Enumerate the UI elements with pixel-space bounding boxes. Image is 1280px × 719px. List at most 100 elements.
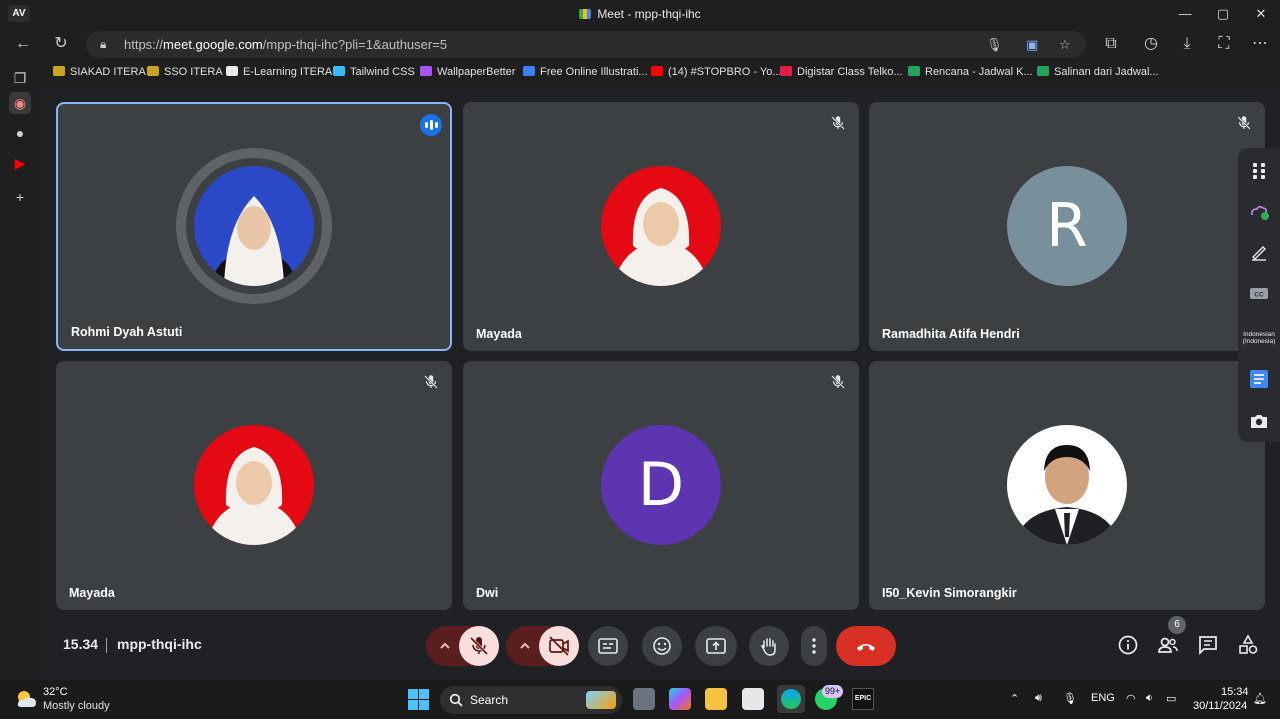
toggle-camera-button[interactable] <box>539 626 579 666</box>
taskbar-search-box[interactable]: Search <box>440 686 622 714</box>
extensions-icon[interactable]: ⧉ <box>1098 32 1124 56</box>
weather-cloud-icon[interactable] <box>14 688 40 710</box>
github-icon[interactable]: ● <box>9 122 31 144</box>
meet-icon <box>579 9 592 19</box>
record-icon[interactable]: ◉ <box>9 92 31 114</box>
avatar <box>194 425 314 545</box>
language-indicator[interactable]: ENG <box>1091 692 1115 704</box>
add-icon[interactable]: + <box>9 186 31 208</box>
microphone-permission-icon[interactable]: 🎙︎ <box>986 31 1003 58</box>
participant-tile[interactable]: Mayada <box>463 102 859 351</box>
bookmark-icon <box>53 66 65 76</box>
bookmark-salinan-jadwal[interactable]: Salinan dari Jadwal... <box>1037 66 1159 78</box>
more-menu-icon[interactable]: ⋯ <box>1247 32 1273 56</box>
bookmark-youtube-stopbro[interactable]: (14) #STOPBRO - Yo... <box>651 66 782 78</box>
tabs-icon[interactable]: ❐ <box>9 67 31 89</box>
participant-tile[interactable]: Mayada <box>56 361 452 610</box>
copilot-icon[interactable] <box>669 688 691 710</box>
raise-hand-button[interactable] <box>749 626 789 666</box>
captions-icon <box>598 638 618 654</box>
window-title: Meet - mpp-thqi-ihc <box>0 7 1280 21</box>
history-icon[interactable]: ◷ <box>1138 32 1164 56</box>
svg-text:CC: CC <box>1254 292 1264 299</box>
edge-active-app[interactable] <box>777 685 805 713</box>
bookmark-digistar-class[interactable]: Digistar Class Telko... <box>780 66 903 78</box>
apps-grid-icon[interactable] <box>1248 160 1270 182</box>
captions-button[interactable] <box>588 626 628 666</box>
show-hidden-icons[interactable]: ⌃ <box>1010 692 1019 705</box>
microphone-icon[interactable]: 🎙︎ <box>1063 692 1077 705</box>
chevron-up-icon <box>520 642 530 649</box>
participants-count-badge: 6 <box>1168 616 1186 634</box>
participant-tile[interactable]: D Dwi <box>463 361 859 610</box>
weather-icon[interactable] <box>1248 200 1270 222</box>
captions-icon[interactable]: CC <box>1248 282 1270 304</box>
volume-icon[interactable]: 🔊︎ <box>1035 692 1042 705</box>
speaker-icon[interactable]: 🔉︎ <box>1146 692 1153 705</box>
youtube-icon[interactable]: ▶ <box>9 152 31 174</box>
reload-button[interactable]: ↻ <box>48 32 74 56</box>
bookmark-icon <box>226 66 238 76</box>
present-screen-button[interactable] <box>695 626 737 666</box>
site-info-icon[interactable]: 🔒︎ <box>100 31 106 58</box>
wifi-icon[interactable]: ◠ <box>1126 692 1136 705</box>
camera-off-icon <box>549 636 569 656</box>
camera-permission-icon[interactable]: ▣ <box>1026 31 1038 58</box>
mic-off-icon <box>831 116 845 130</box>
participant-name: Mayada <box>476 327 522 341</box>
bookmarks-bar: SIAKAD ITERA SSO ITERA E-Learning ITERA … <box>0 60 1280 86</box>
windows-start-icon[interactable] <box>408 689 429 710</box>
reactions-button[interactable] <box>642 626 682 666</box>
bookmark-icon <box>333 66 345 76</box>
weather-description[interactable]: Mostly cloudy <box>43 700 110 712</box>
task-view-icon[interactable] <box>633 688 655 710</box>
notes-icon[interactable] <box>1248 368 1270 390</box>
epic-games-icon[interactable]: EPIC <box>852 688 874 710</box>
toggle-microphone-button[interactable] <box>459 626 499 666</box>
participant-name: Dwi <box>476 586 499 600</box>
taskbar-date[interactable]: 30/11/2024 <box>1193 700 1247 712</box>
activities-icon[interactable] <box>1236 633 1260 657</box>
notification-bell-icon[interactable]: 🔔︎ <box>1253 692 1267 705</box>
minimize-button[interactable]: — <box>1170 4 1200 24</box>
microsoft-store-icon[interactable] <box>742 688 764 710</box>
os-taskbar: 32°C Mostly cloudy Search 99+ EPIC ⌃ 🔊︎ … <box>0 680 1280 719</box>
youtube-icon <box>651 66 663 76</box>
participant-tile[interactable]: R Ramadhita Atifa Hendri <box>869 102 1265 351</box>
bookmark-free-online-illustrations[interactable]: Free Online Illustrati... <box>523 66 648 78</box>
screenshot-icon[interactable]: ⛶ <box>1211 32 1237 56</box>
participant-tile[interactable]: Rohmi Dyah Astuti <box>56 102 452 351</box>
caption-language-label[interactable]: Indonesian (Indonesia) <box>1240 331 1278 345</box>
speaking-indicator-icon <box>420 114 442 136</box>
participant-tile[interactable]: I50_Kevin Simorangkir <box>869 361 1265 610</box>
bookmark-wallpaperbetter[interactable]: WallpaperBetter <box>420 66 515 78</box>
file-explorer-icon[interactable] <box>705 688 727 710</box>
back-button[interactable]: ← <box>10 32 36 56</box>
weather-temperature[interactable]: 32°C <box>43 686 68 698</box>
participant-name: I50_Kevin Simorangkir <box>882 586 1017 600</box>
taskbar-time[interactable]: 15:34 <box>1221 686 1249 698</box>
leave-call-button[interactable] <box>836 626 896 666</box>
avatar <box>1007 425 1127 545</box>
favorite-star-icon[interactable]: ☆ <box>1059 31 1071 58</box>
close-button[interactable]: ✕ <box>1246 4 1276 24</box>
bookmark-siakad-itera[interactable]: SIAKAD ITERA <box>53 66 146 78</box>
more-options-button[interactable] <box>801 626 827 666</box>
chat-icon[interactable] <box>1196 633 1220 657</box>
meet-stage: Rohmi Dyah Astuti Mayada R Ramadhita Ati… <box>40 86 1280 680</box>
meeting-info-icon[interactable] <box>1116 633 1140 657</box>
avatar-letter: R <box>1007 166 1127 286</box>
url-host: meet.google.com <box>163 37 263 52</box>
downloads-icon[interactable]: ⤓ <box>1174 32 1200 56</box>
bookmark-rencana-jadwal[interactable]: Rencana - Jadwal K... <box>908 66 1033 78</box>
draw-icon[interactable] <box>1248 240 1270 262</box>
bookmark-elearning-itera[interactable]: E-Learning ITERA <box>226 66 332 78</box>
camera-icon[interactable] <box>1248 410 1270 432</box>
maximize-button[interactable]: ▢ <box>1208 4 1238 24</box>
battery-icon[interactable]: ▭ <box>1166 692 1176 705</box>
bookmark-icon <box>523 66 535 76</box>
bookmark-tailwind-css[interactable]: Tailwind CSS <box>333 66 415 78</box>
address-bar[interactable]: 🔒︎ https://meet.google.com/mpp-thqi-ihc?… <box>86 31 1086 58</box>
bookmark-sso-itera[interactable]: SSO ITERA <box>147 66 223 78</box>
people-icon[interactable] <box>1156 633 1180 657</box>
